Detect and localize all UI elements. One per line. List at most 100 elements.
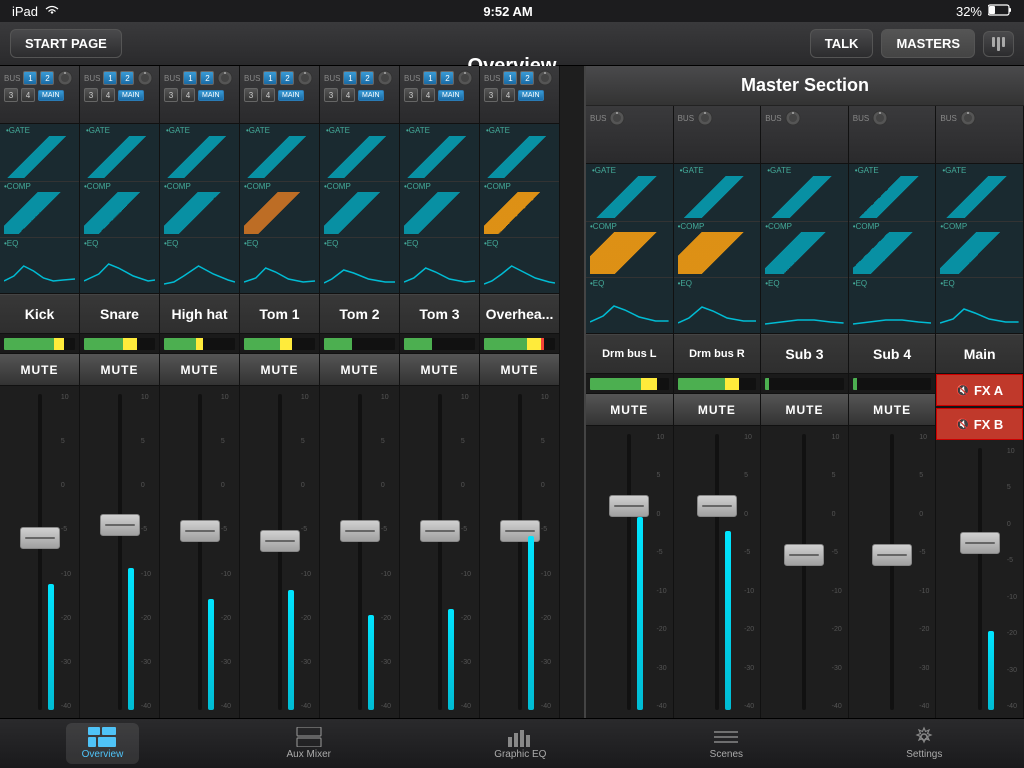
divider2	[480, 237, 559, 238]
mute-button-sub4[interactable]: MUTE	[849, 394, 936, 426]
fxb-label: FX B	[974, 417, 1004, 432]
vu-meter-tom3	[400, 334, 479, 354]
bus-btn-3[interactable]: 3	[4, 88, 18, 102]
wave-bar-2	[997, 37, 1000, 51]
bus-btn-2[interactable]: 2	[440, 71, 454, 85]
bus-btn-1[interactable]: 1	[23, 71, 37, 85]
nav-overview[interactable]: Overview	[66, 723, 140, 764]
fader-handle-tom3[interactable]	[420, 520, 460, 542]
level-bar-kick	[48, 584, 54, 710]
channel-name-kick: Kick	[0, 294, 79, 334]
bus-btn-3[interactable]: 3	[84, 88, 98, 102]
mute-button-kick[interactable]: MUTE	[0, 354, 79, 386]
fader-track	[802, 434, 806, 710]
fxb-button[interactable]: 🔇 FX B	[936, 408, 1023, 440]
comp-viz	[590, 232, 669, 274]
master-section-header: Master Section	[586, 66, 1024, 106]
mute-button-highhat[interactable]: MUTE	[160, 354, 239, 386]
fader-handle-overhead[interactable]	[500, 520, 540, 542]
waveform-button[interactable]	[983, 31, 1014, 57]
fader-track	[438, 394, 442, 710]
bus-btn-2[interactable]: 2	[120, 71, 134, 85]
bus-btn-2[interactable]: 2	[520, 71, 534, 85]
fader-handle-sub3[interactable]	[784, 544, 824, 566]
bus-main-btn[interactable]: MAIN	[438, 90, 464, 101]
bus-btn-4[interactable]: 4	[181, 88, 195, 102]
divider2	[761, 277, 848, 278]
bus-btn-1[interactable]: 1	[183, 71, 197, 85]
bus-main-btn[interactable]: MAIN	[38, 90, 64, 101]
bus-btn-1[interactable]: 1	[503, 71, 517, 85]
bus-btn-3[interactable]: 3	[244, 88, 258, 102]
eq-viz	[484, 246, 555, 288]
fader-handle-drmbusr[interactable]	[697, 495, 737, 517]
bus-btn-3[interactable]: 3	[164, 88, 178, 102]
knob-icon	[697, 110, 713, 126]
bus-btn-1[interactable]: 1	[423, 71, 437, 85]
mute-button-drmbusr[interactable]: MUTE	[674, 394, 761, 426]
bus-btn-3[interactable]: 3	[404, 88, 418, 102]
bus-btn-2[interactable]: 2	[360, 71, 374, 85]
comp-viz	[940, 232, 1019, 274]
fader-handle-main[interactable]	[960, 532, 1000, 554]
master-channel-drmbusR: BUS •GATE •COMP •EQ Drm bus R	[674, 106, 762, 718]
mute-button-tom1[interactable]: MUTE	[240, 354, 319, 386]
nav-settings[interactable]: Settings	[890, 723, 958, 764]
top-right-controls: TALK MASTERS	[810, 29, 1014, 58]
fader-area-drmbusl: 1050-5-10-20-30-40	[586, 426, 673, 718]
knob-icon	[609, 110, 625, 126]
vu-meter-overhead	[480, 334, 559, 354]
mute-button-tom2[interactable]: MUTE	[320, 354, 399, 386]
mute-button-drmbusl[interactable]: MUTE	[586, 394, 673, 426]
fader-area-kick: 1050-5-10-20-30-40	[0, 386, 79, 718]
level-bar-snare	[128, 568, 134, 710]
eq-viz	[940, 286, 1019, 328]
bus-btn-2[interactable]: 2	[200, 71, 214, 85]
fader-handle-drmbusl[interactable]	[609, 495, 649, 517]
bus-btn-3[interactable]: 3	[324, 88, 338, 102]
fader-handle-snare[interactable]	[100, 514, 140, 536]
nav-aux-mixer[interactable]: Aux Mixer	[271, 723, 347, 764]
nav-graphic-eq[interactable]: Graphic EQ	[478, 723, 562, 764]
battery-icon	[988, 4, 1012, 19]
wifi-icon	[44, 4, 60, 19]
bus-main-btn[interactable]: MAIN	[518, 90, 544, 101]
fader-area-drmbusr: 1050-5-10-20-30-40	[674, 426, 761, 718]
bus-btn-3[interactable]: 3	[484, 88, 498, 102]
mute-button-tom3[interactable]: MUTE	[400, 354, 479, 386]
bus-btn-2[interactable]: 2	[40, 71, 54, 85]
bus-main-btn[interactable]: MAIN	[358, 90, 384, 101]
start-page-button[interactable]: START PAGE	[10, 29, 122, 58]
mute-button-overhead[interactable]: MUTE	[480, 354, 559, 386]
bus-main-btn[interactable]: MAIN	[118, 90, 144, 101]
talk-button[interactable]: TALK	[810, 29, 874, 58]
nav-scenes[interactable]: Scenes	[694, 723, 759, 764]
eq-viz	[4, 246, 75, 288]
level-bar-tom1	[288, 590, 294, 710]
vu-meter-sub3	[761, 374, 848, 394]
bus-main-btn[interactable]: MAIN	[278, 90, 304, 101]
mute-button-sub3[interactable]: MUTE	[761, 394, 848, 426]
bus-btn-4[interactable]: 4	[341, 88, 355, 102]
bus-btn-4[interactable]: 4	[21, 88, 35, 102]
bus-btn-4[interactable]: 4	[501, 88, 515, 102]
fader-handle-tom1[interactable]	[260, 530, 300, 552]
bus-btn-4[interactable]: 4	[261, 88, 275, 102]
fxa-button[interactable]: 🔇 FX A	[936, 374, 1023, 406]
bus-btn-1[interactable]: 1	[263, 71, 277, 85]
bus-main-btn[interactable]: MAIN	[198, 90, 224, 101]
masters-button[interactable]: MASTERS	[881, 29, 975, 58]
fader-handle-tom2[interactable]	[340, 520, 380, 542]
fader-handle-sub4[interactable]	[872, 544, 912, 566]
bus-btn-1[interactable]: 1	[343, 71, 357, 85]
mute-button-snare[interactable]: MUTE	[80, 354, 159, 386]
fader-handle-kick[interactable]	[20, 527, 60, 549]
channel-tom2: BUS 1 2 3 4 MAIN •GATE •COMP •EQ	[320, 66, 400, 718]
channel-kick: BUS 1 2 3 4 MAIN •GATE •COMP •EQ	[0, 66, 80, 718]
fader-handle-highhat[interactable]	[180, 520, 220, 542]
bus-btn-2[interactable]: 2	[280, 71, 294, 85]
bus-btn-4[interactable]: 4	[421, 88, 435, 102]
bus-btn-1[interactable]: 1	[103, 71, 117, 85]
status-right: 32%	[956, 4, 1012, 19]
bus-btn-4[interactable]: 4	[101, 88, 115, 102]
